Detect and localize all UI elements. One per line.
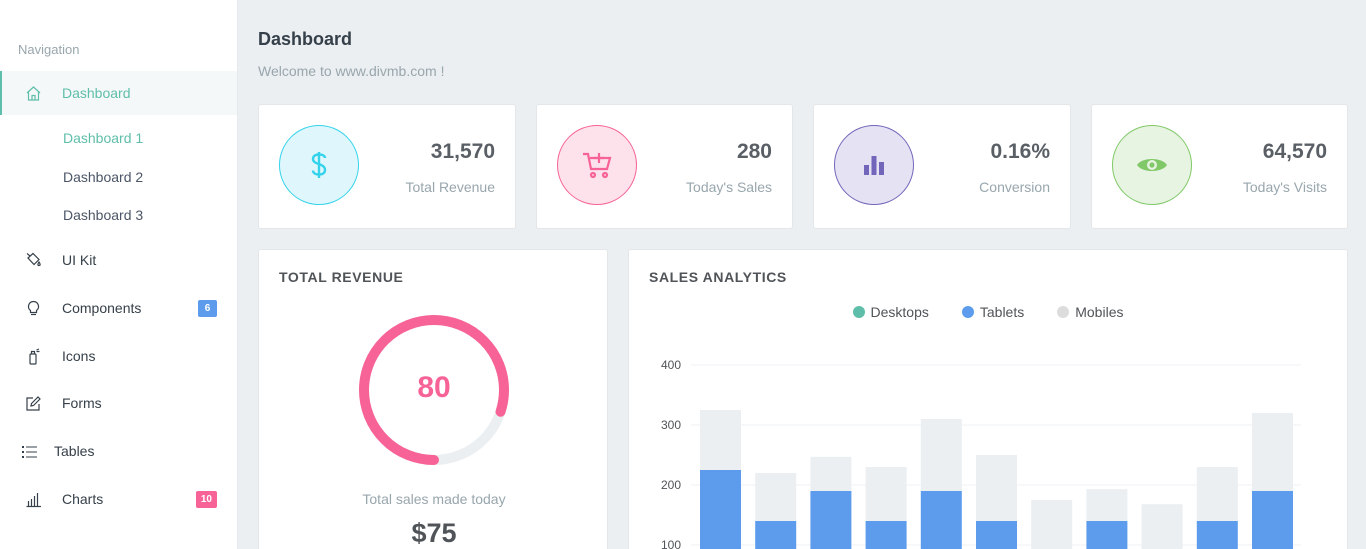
- stat-value: 64,570: [1262, 140, 1327, 163]
- bar-mobiles[interactable]: [1196, 467, 1238, 521]
- stat-value: 0.16%: [990, 140, 1050, 163]
- sidebar-item-forms[interactable]: Forms: [0, 381, 237, 425]
- sales-analytics-chart: 100 200 300 400: [661, 358, 1301, 549]
- stat-value: 31,570: [430, 140, 495, 163]
- y-tick-label: 400: [661, 358, 681, 372]
- bar-chart-icon: [834, 125, 914, 205]
- stat-card-sales: 280 Today's Sales: [536, 104, 793, 229]
- stat-label: Conversion: [979, 179, 1050, 195]
- sidebar-item-label: Tables: [54, 443, 95, 459]
- list-icon: [20, 442, 38, 460]
- eye-icon: [1112, 125, 1192, 205]
- stat-card-revenue: 31,570 Total Revenue: [258, 104, 516, 229]
- bar-tablets[interactable]: [700, 470, 741, 549]
- bar-mobiles[interactable]: [755, 473, 797, 521]
- sidebar: Navigation Dashboard Dashboard 1 Dashboa…: [0, 0, 238, 549]
- bar-tablets[interactable]: [1086, 521, 1128, 549]
- cart-plus-icon: [557, 125, 637, 205]
- sidebar-item-label: UI Kit: [62, 252, 97, 268]
- sidebar-item-label: Icons: [62, 348, 96, 364]
- y-tick-label: 300: [661, 418, 681, 432]
- edit-icon: [24, 394, 42, 412]
- bar-tablets[interactable]: [755, 521, 797, 549]
- stat-label: Today's Visits: [1242, 179, 1327, 195]
- submenu-dashboard-3[interactable]: Dashboard 3: [63, 207, 143, 223]
- lightbulb-icon: [24, 299, 42, 317]
- bar-tablets[interactable]: [865, 521, 907, 549]
- dollar-icon: [279, 125, 359, 205]
- bar-chart-icon: [24, 490, 42, 508]
- stat-label: Total Revenue: [405, 179, 495, 195]
- bar-mobiles[interactable]: [976, 455, 1017, 521]
- paint-bucket-icon: [24, 251, 42, 269]
- bar-tablets[interactable]: [1196, 521, 1238, 549]
- sidebar-item-label: Components: [62, 300, 142, 316]
- card-title: TOTAL REVENUE: [279, 269, 404, 285]
- sidebar-item-charts[interactable]: Charts 10: [0, 477, 237, 521]
- gauge-value: 80: [417, 371, 451, 404]
- sidebar-item-tables[interactable]: Tables: [0, 429, 237, 473]
- page-subtitle: Welcome to www.divmb.com !: [258, 63, 445, 79]
- bar-mobiles[interactable]: [1252, 413, 1293, 491]
- sidebar-item-label: Charts: [62, 491, 104, 507]
- total-revenue-card: TOTAL REVENUE 80 Total sales made today …: [258, 249, 608, 549]
- bar-mobiles[interactable]: [920, 419, 962, 491]
- bar-tablets[interactable]: [1252, 491, 1293, 549]
- sidebar-item-dashboard[interactable]: Dashboard: [0, 71, 237, 115]
- sidebar-item-components[interactable]: Components 6: [0, 286, 237, 330]
- bar-tablets[interactable]: [976, 521, 1017, 549]
- sidebar-item-label: Forms: [62, 395, 102, 411]
- nav-title: Navigation: [18, 42, 80, 57]
- bar-mobiles[interactable]: [1031, 500, 1073, 549]
- sidebar-item-ui-kit[interactable]: UI Kit: [0, 238, 237, 282]
- submenu-dashboard-2[interactable]: Dashboard 2: [63, 169, 143, 185]
- charts-badge: 10: [195, 490, 217, 508]
- gauge-caption: Total sales made today: [362, 491, 506, 507]
- bar-mobiles[interactable]: [865, 467, 907, 521]
- bar-mobiles[interactable]: [700, 410, 741, 470]
- bar-tablets[interactable]: [810, 491, 852, 549]
- sidebar-item-label: Dashboard: [62, 85, 131, 101]
- bar-mobiles[interactable]: [1086, 489, 1128, 521]
- bar-mobiles[interactable]: [1141, 504, 1183, 549]
- sales-analytics-card: SALES ANALYTICS Desktops Tablets Mobiles…: [628, 249, 1348, 549]
- bar-tablets[interactable]: [920, 491, 962, 549]
- spray-can-icon: [24, 347, 42, 365]
- page-title: Dashboard: [258, 29, 353, 49]
- sales-amount: $75: [411, 518, 457, 548]
- stat-card-visits: 64,570 Today's Visits: [1091, 104, 1348, 229]
- submenu-dashboard-1[interactable]: Dashboard 1: [63, 130, 143, 146]
- y-tick-label: 100: [661, 538, 681, 549]
- stat-card-conversion: 0.16% Conversion: [813, 104, 1071, 229]
- home-icon: [24, 84, 42, 102]
- bar-mobiles[interactable]: [810, 456, 852, 491]
- y-tick-label: 200: [661, 478, 681, 492]
- stat-value: 280: [736, 140, 772, 163]
- sidebar-item-icons[interactable]: Icons: [0, 334, 237, 378]
- stat-label: Today's Sales: [686, 179, 772, 195]
- components-badge: 6: [198, 299, 217, 317]
